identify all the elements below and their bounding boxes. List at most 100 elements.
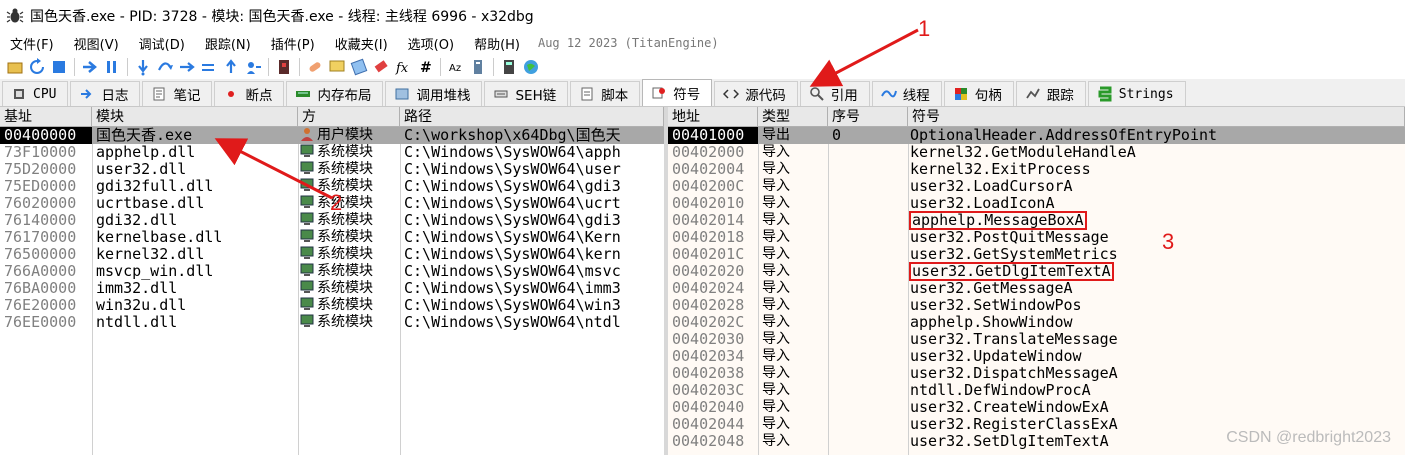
- breakpoint-icon: [223, 86, 239, 102]
- hash-icon[interactable]: #: [414, 57, 435, 77]
- symbol-row[interactable]: 00402000 导入 kernel32.GetModuleHandleA: [668, 144, 1405, 161]
- column-header-module[interactable]: 模块: [92, 107, 298, 127]
- symbol-row[interactable]: 00401000 导出 0 OptionalHeader.AddressOfEntry…: [668, 127, 1405, 144]
- module-name: kernel32.dll: [96, 246, 205, 263]
- symbol-row[interactable]: 00402020 导入 user32.GetDlgItemTextA: [668, 262, 1405, 281]
- step-into-icon[interactable]: [132, 57, 153, 77]
- svg-text:fx: fx: [395, 61, 409, 76]
- symbol-row[interactable]: 00402034 导入 user32.UpdateWindow: [668, 348, 1405, 365]
- strings-icon: [1097, 86, 1113, 102]
- symbol-name: ntdll.DefWindowProcA: [910, 381, 1091, 399]
- restart-icon[interactable]: [26, 57, 47, 77]
- symbol-row[interactable]: 00402014 导入 apphelp.MessageBoxA: [668, 211, 1405, 230]
- module-row[interactable]: 76170000 kernelbase.dll 系统模块 C:\Windows\Sys…: [0, 229, 664, 246]
- tab-source[interactable]: 源代码: [714, 81, 798, 106]
- tab-script[interactable]: 脚本: [570, 81, 641, 106]
- tab-memory-map[interactable]: 内存布局: [286, 81, 384, 106]
- column-header-party[interactable]: 方: [298, 107, 400, 127]
- labels-icon[interactable]: [348, 57, 369, 77]
- column-header-symbol[interactable]: 符号: [908, 107, 1405, 127]
- patch-icon[interactable]: [304, 57, 325, 77]
- module-row[interactable]: 76EE0000 ntdll.dll 系统模块 C:\Windows\SysWOW64…: [0, 314, 664, 331]
- tab-cpu[interactable]: CPU: [2, 81, 69, 106]
- tab-label: 脚本: [601, 88, 629, 104]
- module-row[interactable]: 00400000 国色天香.exe 用户模块 C:\workshop\x64Dbg\国…: [0, 127, 664, 144]
- svg-text:#: #: [420, 60, 432, 76]
- menu-item[interactable]: 选项(O): [398, 34, 464, 53]
- tab-strings[interactable]: Strings: [1087, 81, 1186, 106]
- module-row[interactable]: 76BA0000 imm32.dll 系统模块 C:\Windows\SysWOW64…: [0, 280, 664, 297]
- pause-icon[interactable]: [101, 57, 122, 77]
- tab-threads[interactable]: 线程: [871, 81, 942, 106]
- module-row[interactable]: 76E20000 win32u.dll 系统模块 C:\Windows\SysWOW6…: [0, 297, 664, 314]
- tab-trace[interactable]: 跟踪: [1015, 81, 1086, 106]
- trace-over-icon[interactable]: [198, 57, 219, 77]
- column-header-address[interactable]: 地址: [668, 107, 758, 127]
- menu-item[interactable]: 调试(D): [129, 34, 195, 53]
- symbol-row[interactable]: 00402038 导入 user32.DispatchMessageA: [668, 365, 1405, 382]
- tab-callstack[interactable]: 调用堆栈: [385, 81, 483, 106]
- menu-item[interactable]: 收藏夹(I): [325, 34, 398, 53]
- toolbar-separator: [74, 57, 75, 76]
- function-icon[interactable]: fx: [392, 57, 413, 77]
- symbol-row[interactable]: 0040201C 导入 user32.GetSystemMetrics: [668, 246, 1405, 263]
- tab-seh[interactable]: SEH链: [484, 81, 569, 106]
- execute-till-return-icon[interactable]: [220, 57, 241, 77]
- run-icon[interactable]: [79, 57, 100, 77]
- module-name: apphelp.dll: [96, 144, 196, 161]
- tab-references[interactable]: 引用: [799, 81, 870, 106]
- menu-item[interactable]: 文件(F): [0, 34, 64, 53]
- module-base: 75D20000: [4, 161, 77, 178]
- module-base: 76140000: [4, 212, 77, 229]
- module-row[interactable]: 73F10000 apphelp.dll 系统模块 C:\Windows\SysWOW…: [0, 144, 664, 161]
- symbol-address: 00402018: [672, 229, 745, 246]
- menu-item[interactable]: 插件(P): [261, 34, 325, 53]
- menu-item[interactable]: 帮助(H): [464, 34, 530, 53]
- symbol-row[interactable]: 00402024 导入 user32.GetMessageA: [668, 280, 1405, 297]
- tab-log[interactable]: 日志: [70, 81, 141, 106]
- symbol-address: 00402038: [672, 365, 745, 382]
- module-row[interactable]: 766A0000 msvcp_win.dll 系统模块 C:\Windows\SysW…: [0, 263, 664, 280]
- tab-label: 线程: [902, 88, 930, 104]
- column-header-type[interactable]: 类型: [758, 107, 828, 127]
- symbol-row[interactable]: 0040200C 导入 user32.LoadCursorA: [668, 178, 1405, 195]
- tab-breakpoint[interactable]: 断点: [214, 81, 285, 106]
- column-header-ordinal[interactable]: 序号: [828, 107, 908, 127]
- module-row[interactable]: 76500000 kernel32.dll 系统模块 C:\Windows\SysWO…: [0, 246, 664, 263]
- column-header-base[interactable]: 基址: [0, 107, 92, 127]
- calculator-icon[interactable]: [498, 57, 519, 77]
- tab-symbols[interactable]: 符号: [642, 79, 713, 106]
- watermark: CSDN @redbright2023: [1226, 429, 1391, 446]
- trace-into-icon[interactable]: [176, 57, 197, 77]
- bookmarks-icon[interactable]: [370, 57, 391, 77]
- system-module-icon: [300, 161, 317, 177]
- stop-icon[interactable]: [48, 57, 69, 77]
- open-icon[interactable]: [4, 57, 25, 77]
- module-path: C:\workshop\x64Dbg\国色天: [404, 127, 621, 144]
- symbol-row[interactable]: 00402018 导入 user32.PostQuitMessage: [668, 229, 1405, 246]
- scylla-icon[interactable]: [273, 57, 294, 77]
- menu-item[interactable]: 跟踪(N): [195, 34, 261, 53]
- symbol-name: user32.RegisterClassExA: [910, 415, 1118, 433]
- tab-handles[interactable]: 句柄: [943, 81, 1014, 106]
- column-header-path[interactable]: 路径: [400, 107, 664, 127]
- font-icon[interactable]: Az: [445, 57, 466, 77]
- globe-icon[interactable]: [520, 57, 541, 77]
- module-row[interactable]: 75D20000 user32.dll 系统模块 C:\Windows\SysWOW6…: [0, 161, 664, 178]
- memory-icon[interactable]: [467, 57, 488, 77]
- symbol-row[interactable]: 00402040 导入 user32.CreateWindowExA: [668, 399, 1405, 416]
- symbol-ordinal: [832, 399, 908, 416]
- comments-icon[interactable]: [326, 57, 347, 77]
- symbol-row[interactable]: 00402028 导入 user32.SetWindowPos: [668, 297, 1405, 314]
- symbol-row[interactable]: 00402030 导入 user32.TranslateMessage: [668, 331, 1405, 348]
- menu-item[interactable]: 视图(V): [64, 34, 129, 53]
- symbol-name: user32.DispatchMessageA: [910, 364, 1118, 382]
- symbol-row[interactable]: 0040203C 导入 ntdll.DefWindowProcA: [668, 382, 1405, 399]
- run-to-user-code-icon[interactable]: [242, 57, 263, 77]
- tab-notes[interactable]: 笔记: [142, 81, 213, 106]
- symbol-row[interactable]: 0040202C 导入 apphelp.ShowWindow: [668, 314, 1405, 331]
- symbol-row[interactable]: 00402010 导入 user32.LoadIconA: [668, 195, 1405, 212]
- symbol-row[interactable]: 00402004 导入 kernel32.ExitProcess: [668, 161, 1405, 178]
- symbol-address: 00401000: [668, 127, 758, 144]
- step-over-icon[interactable]: [154, 57, 175, 77]
